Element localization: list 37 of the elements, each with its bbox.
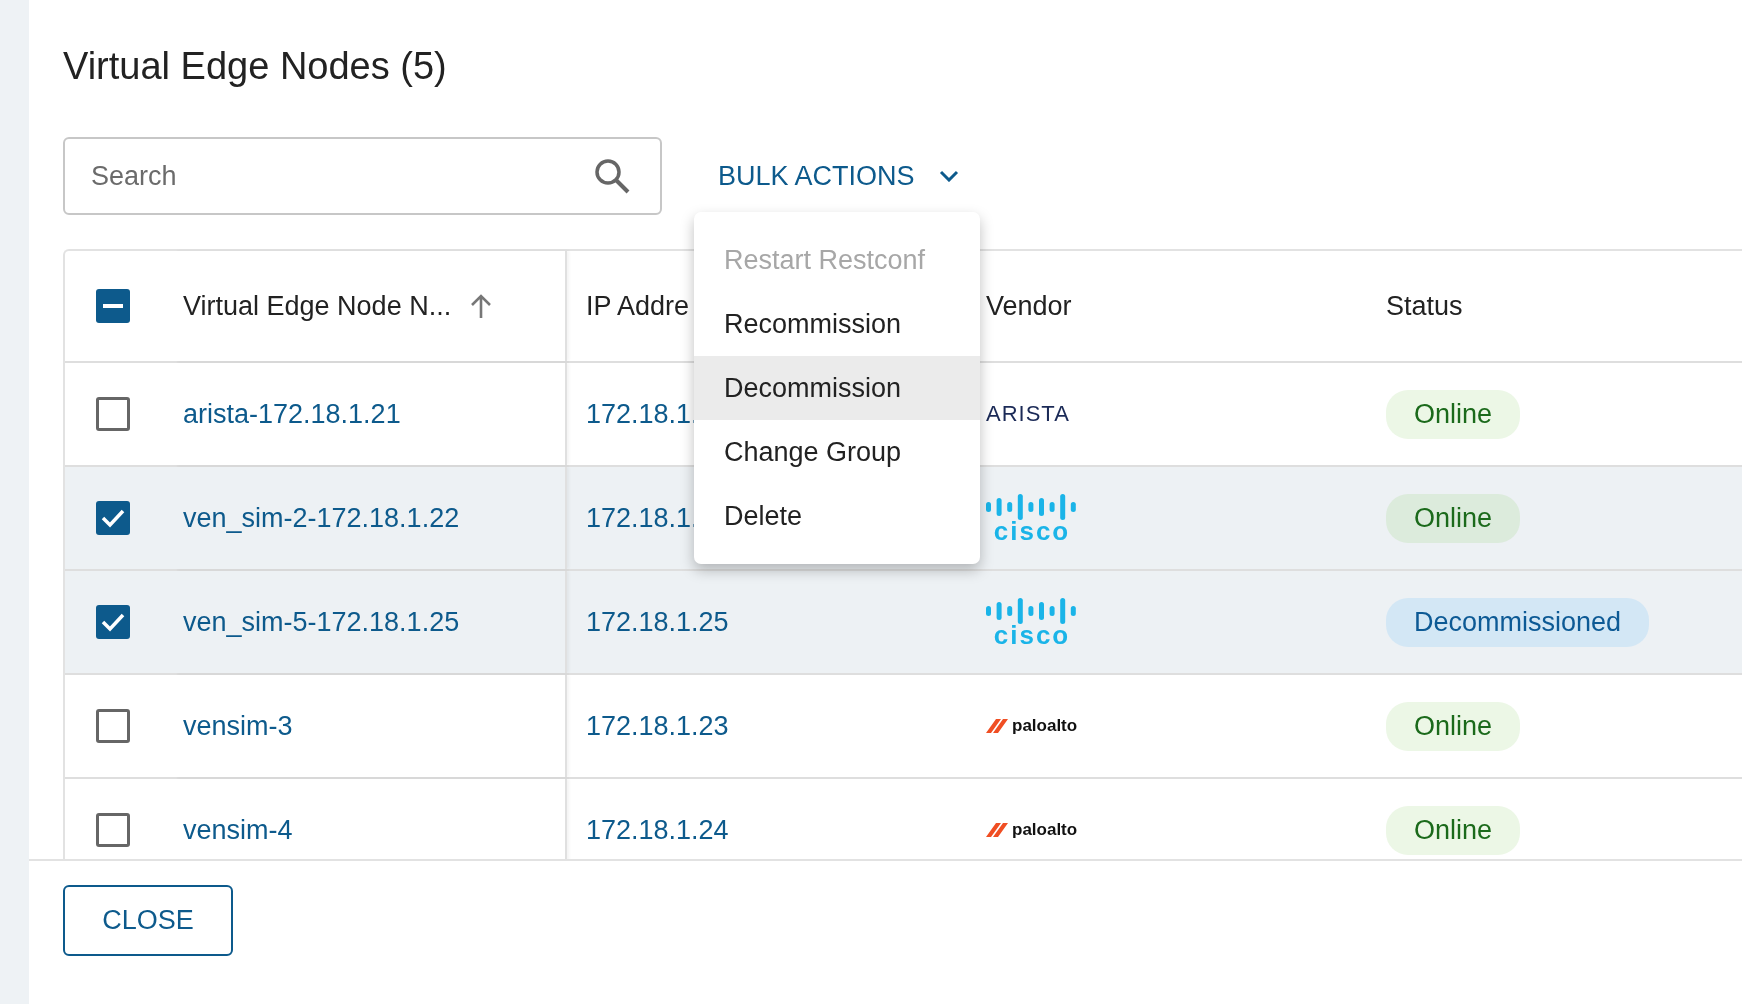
search-field[interactable]: Search bbox=[63, 137, 662, 215]
status-badge: Decommissioned bbox=[1386, 597, 1650, 647]
status-badge: Online bbox=[1386, 805, 1521, 855]
dialog-title: Virtual Edge Nodes (5) bbox=[63, 44, 448, 89]
vendor-logo: cisco bbox=[986, 598, 1078, 646]
menu-item[interactable]: Recommission bbox=[694, 292, 980, 356]
column-header[interactable]: IP Addre bbox=[586, 290, 690, 322]
node-name-link[interactable]: arista-172.18.1.21 bbox=[183, 398, 401, 430]
close-button[interactable]: CLOSE bbox=[63, 885, 233, 956]
node-name-link[interactable]: ven_sim-5-172.18.1.25 bbox=[183, 606, 460, 638]
ip-address: 172.18.1.25 bbox=[586, 606, 729, 638]
status-badge: Online bbox=[1386, 493, 1521, 543]
ip-address: 172.18.1.23 bbox=[586, 710, 729, 742]
checkbox[interactable] bbox=[96, 397, 130, 431]
vendor-logo: ARISTA bbox=[986, 401, 1070, 427]
status-badge: Online bbox=[1386, 389, 1521, 439]
search-icon[interactable] bbox=[594, 158, 630, 194]
bulk-actions-button[interactable]: BULK ACTIONS bbox=[718, 160, 959, 192]
checkbox[interactable] bbox=[96, 813, 130, 847]
vendor-logo: paloalto bbox=[986, 820, 1078, 840]
column-header[interactable]: Vendor bbox=[986, 290, 1072, 322]
checkbox[interactable] bbox=[96, 501, 130, 535]
ip-address: 172.18.1.24 bbox=[586, 814, 729, 846]
checkbox[interactable] bbox=[96, 709, 130, 743]
node-name-link[interactable]: vensim-3 bbox=[183, 710, 293, 742]
node-name-link[interactable]: vensim-4 bbox=[183, 814, 293, 846]
minus-icon bbox=[103, 304, 123, 308]
vendor-logo: paloalto bbox=[986, 716, 1078, 736]
vendor-logo: cisco bbox=[986, 494, 1078, 542]
chevron-icon bbox=[938, 170, 959, 182]
column-header[interactable]: Virtual Edge Node N... bbox=[183, 290, 452, 322]
column-header[interactable]: Status bbox=[1386, 290, 1463, 322]
status-badge: Online bbox=[1386, 701, 1521, 751]
node-name-link[interactable]: ven_sim-2-172.18.1.22 bbox=[183, 502, 460, 534]
menu-item[interactable]: Decommission bbox=[694, 356, 980, 420]
checkbox[interactable] bbox=[96, 289, 130, 323]
checkbox[interactable] bbox=[96, 605, 130, 639]
